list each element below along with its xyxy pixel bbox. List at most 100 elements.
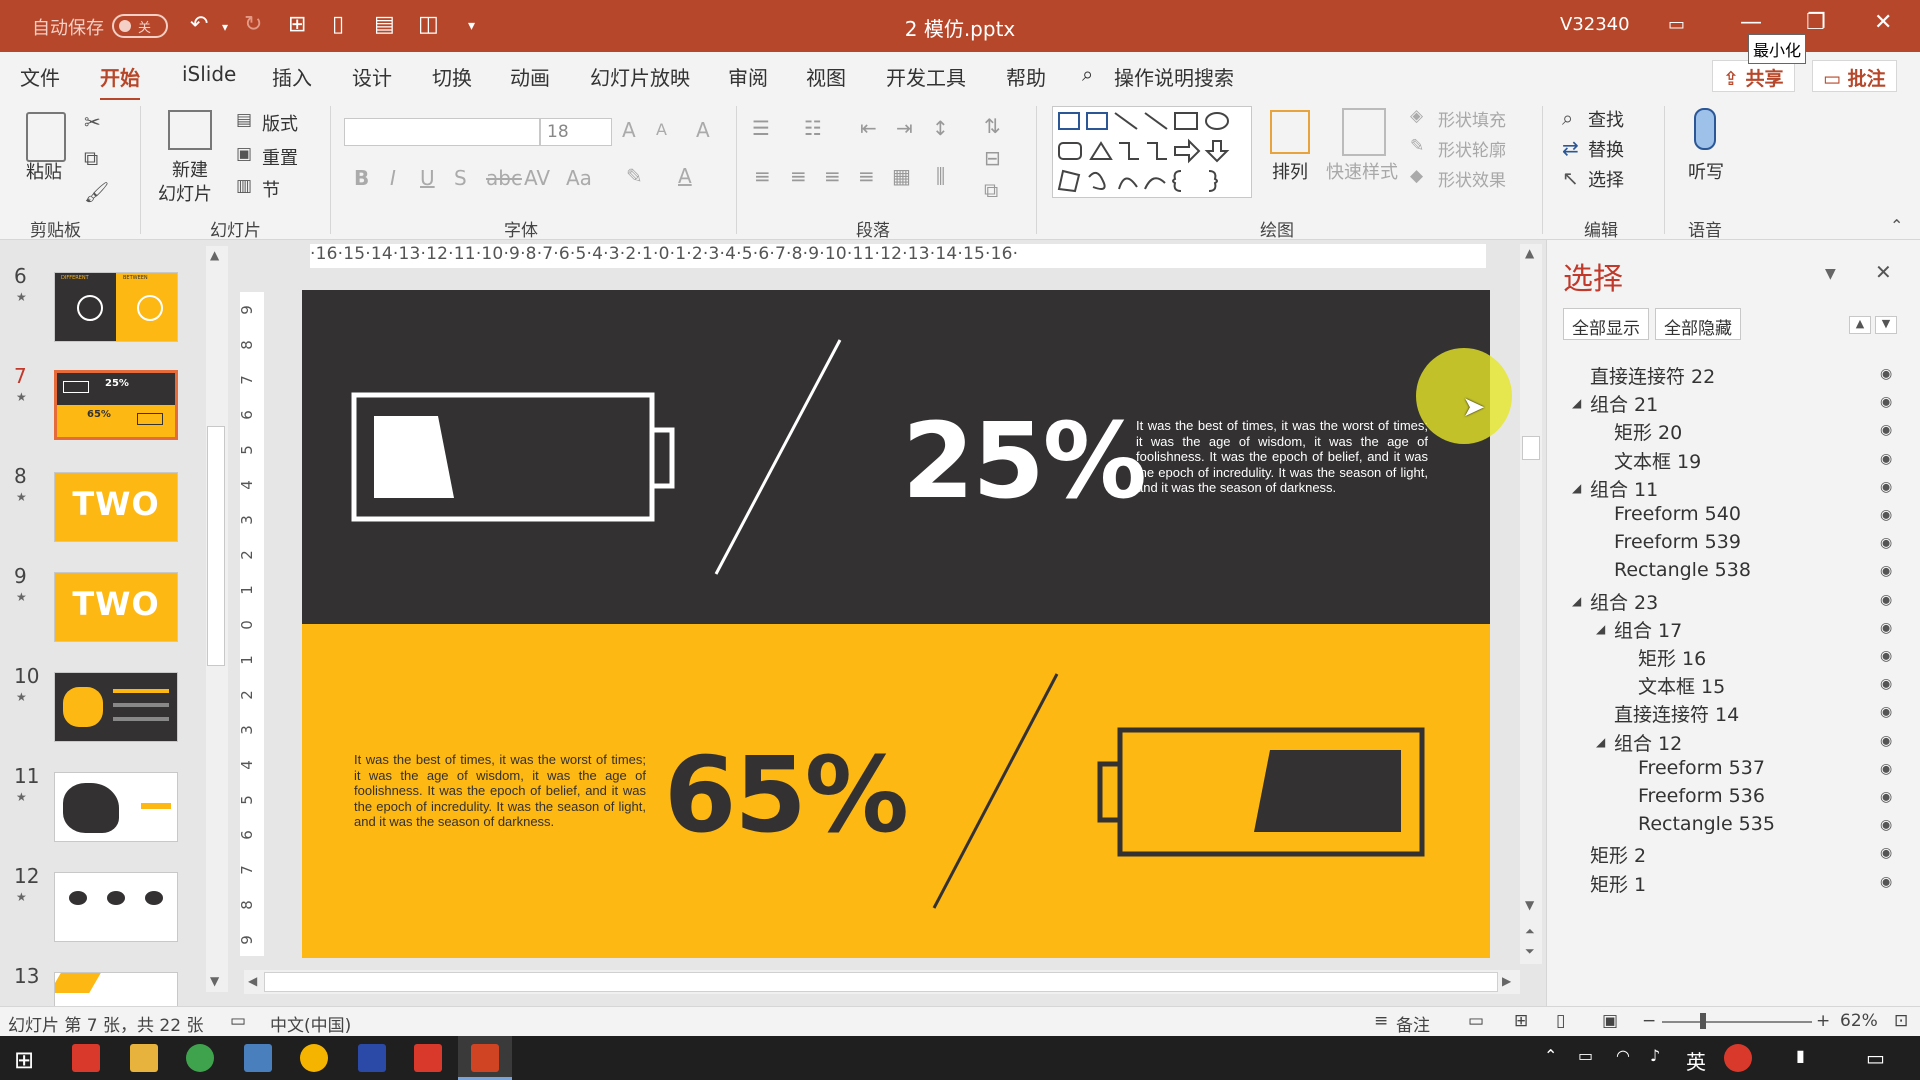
underline-icon[interactable]: U (420, 166, 435, 190)
change-case-icon[interactable]: Aa (566, 166, 592, 190)
scroll-up-icon[interactable]: ▲ (1525, 246, 1534, 260)
align-right-icon[interactable]: ≡ (824, 164, 841, 188)
selection-item[interactable]: 组合 23 (1590, 588, 1658, 615)
quick-styles-icon[interactable] (1342, 108, 1386, 156)
show-all-button[interactable]: 全部显示 (1563, 308, 1649, 340)
selection-item[interactable]: 直接连接符 14 (1614, 700, 1739, 727)
tab-review[interactable]: 审阅 (728, 62, 768, 91)
bottom-paragraph[interactable]: It was the best of times, it was the wor… (354, 752, 646, 830)
paste-icon[interactable] (26, 112, 66, 162)
selection-item[interactable]: Freeform 540 (1614, 503, 1741, 525)
clear-format-icon[interactable]: A (696, 118, 710, 142)
section-button[interactable]: 节 (262, 176, 280, 202)
bottom-battery[interactable] (1097, 727, 1425, 857)
canvas-scroll-thumb[interactable] (1522, 436, 1540, 460)
format-painter-icon[interactable]: 🖌 (84, 180, 109, 204)
wifi-icon[interactable]: ◠ (1616, 1046, 1630, 1065)
restore-icon[interactable]: ❐ (1806, 10, 1826, 35)
slide-thumbnail-11[interactable] (54, 772, 178, 842)
replace-button[interactable]: 替换 (1588, 136, 1624, 162)
char-spacing-icon[interactable]: AV (524, 166, 550, 190)
find-button[interactable]: 查找 (1588, 106, 1624, 132)
visibility-eye-icon[interactable]: ◉ (1880, 874, 1892, 890)
collapse-group-icon[interactable]: ◢ (1572, 594, 1581, 608)
app-icon-blue[interactable] (358, 1044, 386, 1072)
visibility-eye-icon[interactable]: ◉ (1880, 789, 1892, 805)
tab-animations[interactable]: 动画 (510, 62, 550, 91)
slide-thumbnail-7[interactable]: 25% 65% (54, 370, 178, 440)
italic-icon[interactable]: I (390, 166, 396, 190)
slide-canvas[interactable]: 25% It was the best of times, it was the… (302, 290, 1490, 958)
chrome-icon[interactable] (300, 1044, 328, 1072)
thumbnail-scrollbar[interactable]: ▲ ▼ (206, 246, 228, 992)
normal-view-icon[interactable]: ▭ (1468, 1011, 1484, 1031)
paste-button[interactable]: 粘贴 (26, 158, 62, 184)
align-center-icon[interactable]: ≡ (790, 164, 807, 188)
copy-icon[interactable]: ⧉ (84, 146, 98, 170)
visibility-eye-icon[interactable]: ◉ (1880, 535, 1892, 551)
new-slide-label-2[interactable]: 幻灯片 (158, 180, 212, 206)
scroll-down-icon[interactable]: ▼ (210, 974, 219, 988)
slide-thumbnail-9[interactable]: TWO (54, 572, 178, 642)
minimize-icon[interactable]: — (1740, 10, 1762, 35)
browser-green-icon[interactable] (186, 1044, 214, 1072)
selection-item[interactable]: 组合 17 (1614, 616, 1682, 643)
horizontal-scroll-thumb[interactable] (264, 972, 1498, 992)
notifications-icon[interactable]: ▭ (1866, 1046, 1885, 1070)
visibility-eye-icon[interactable]: ◉ (1880, 733, 1892, 749)
tab-home[interactable]: 开始 (100, 62, 140, 101)
selection-item[interactable]: Rectangle 538 (1614, 559, 1751, 581)
file-explorer-icon[interactable] (130, 1044, 158, 1072)
top-percentage[interactable]: 25% (902, 400, 1147, 522)
tab-islide[interactable]: iSlide (182, 62, 236, 86)
zoom-slider[interactable] (1662, 1021, 1812, 1023)
visibility-eye-icon[interactable]: ◉ (1880, 845, 1892, 861)
shape-effects-button[interactable]: 形状效果 (1438, 166, 1506, 191)
bold-icon[interactable]: B (354, 166, 369, 190)
layout-button[interactable]: 版式 (262, 110, 298, 136)
notes-icon[interactable]: ≡ (1374, 1011, 1388, 1031)
shape-effects-icon[interactable]: ◆ (1410, 166, 1423, 186)
share-button[interactable]: ⇪ 共享 (1712, 60, 1795, 92)
highlight-icon[interactable]: ✎ (626, 164, 643, 188)
slide-thumbnail-8[interactable]: TWO (54, 472, 178, 542)
volume-icon[interactable]: ♪ (1650, 1046, 1660, 1065)
shape-outline-button[interactable]: 形状轮廓 (1438, 136, 1506, 161)
cut-icon[interactable]: ✂ (84, 110, 101, 134)
shadow-icon[interactable]: S (454, 166, 467, 190)
sogou-ime-icon[interactable] (1724, 1044, 1752, 1072)
smartart-icon[interactable]: ⧉ (984, 178, 998, 202)
selection-item[interactable]: 矩形 16 (1638, 644, 1706, 671)
align-left-icon[interactable]: ≡ (754, 164, 771, 188)
visibility-eye-icon[interactable]: ◉ (1880, 761, 1892, 777)
selection-item[interactable]: 文本框 19 (1614, 447, 1701, 474)
columns-icon[interactable]: ⫼ (936, 164, 945, 188)
scroll-up-icon[interactable]: ▲ (210, 248, 219, 262)
dictate-button[interactable]: 听写 (1688, 158, 1724, 184)
distributed-icon[interactable]: ▦ (892, 164, 911, 188)
bottom-percentage[interactable]: 65% (664, 734, 909, 856)
selection-item[interactable]: 矩形 20 (1614, 418, 1682, 445)
tab-view[interactable]: 视图 (806, 62, 846, 91)
selection-item[interactable]: 文本框 15 (1638, 672, 1725, 699)
selection-item[interactable]: 组合 12 (1614, 729, 1682, 756)
ime-indicator[interactable]: 英 (1686, 1046, 1706, 1075)
numbering-icon[interactable]: ☷ (804, 116, 822, 140)
visibility-eye-icon[interactable]: ◉ (1880, 676, 1892, 692)
scroll-right-icon[interactable]: ▶ (1502, 974, 1511, 988)
arrange-icon[interactable] (1270, 110, 1310, 154)
tab-developer[interactable]: 开发工具 (886, 62, 966, 91)
top-battery[interactable] (351, 392, 675, 522)
visibility-eye-icon[interactable]: ◉ (1880, 620, 1892, 636)
ribbon-display-icon[interactable]: ▭ (1668, 14, 1685, 35)
bullets-icon[interactable]: ☰ (752, 116, 770, 140)
visibility-eye-icon[interactable]: ◉ (1880, 366, 1892, 382)
fit-slide-icon[interactable]: ⊡ (1894, 1011, 1908, 1031)
selection-item[interactable]: Freeform 536 (1638, 785, 1765, 807)
justify-icon[interactable]: ≡ (858, 164, 875, 188)
collapse-group-icon[interactable]: ◢ (1572, 481, 1581, 495)
canvas-horizontal-scrollbar[interactable]: ◀ ▶ (244, 970, 1520, 994)
windows-start-icon[interactable]: ⊞ (14, 1046, 34, 1074)
zoom-level[interactable]: 62% (1840, 1011, 1878, 1031)
decrease-indent-icon[interactable]: ⇤ (860, 116, 877, 140)
